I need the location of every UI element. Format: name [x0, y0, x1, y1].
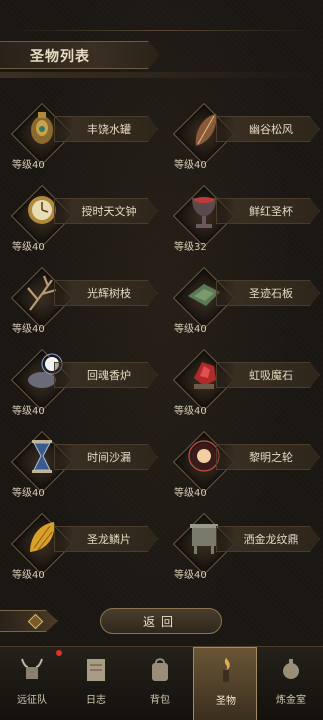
nav-item-backpack[interactable]: 背包 — [128, 647, 192, 720]
relic-item[interactable]: 授时天文钟 等级40 — [8, 184, 158, 264]
relic-item[interactable]: 幽谷松风 等级40 — [170, 102, 320, 182]
nav-label: 远征队 — [17, 695, 47, 706]
nav-item-journal[interactable]: 日志 — [64, 647, 128, 720]
relic-level: 等级40 — [12, 570, 45, 581]
nav-label: 圣物 — [216, 696, 236, 707]
relic-name: 授时天文钟 — [81, 205, 137, 218]
notification-dot — [56, 650, 62, 656]
horned-helmet-icon — [21, 658, 43, 679]
page-title: 圣物列表 — [30, 49, 90, 65]
alchemy-icon — [283, 659, 299, 679]
relic-item[interactable]: 圣迹石板 等级40 — [170, 266, 320, 346]
journal-icon — [87, 659, 105, 681]
relic-name: 虹吸魔石 — [249, 369, 293, 382]
nav-label: 炼金室 — [276, 695, 306, 706]
relic-item[interactable]: 回魂香炉 等级40 — [8, 348, 158, 428]
relic-name: 洒金龙纹鼎 — [243, 533, 299, 546]
relic-torch-icon — [223, 658, 230, 682]
relic-level: 等级40 — [174, 324, 207, 335]
relic-level: 等级40 — [174, 570, 207, 581]
relic-level: 等级32 — [174, 242, 207, 253]
relic-list-screen: 圣物列表 丰饶水罐 等级40 幽谷松风 等级40 授时天文钟 等级40 鲜红圣杯… — [0, 0, 323, 720]
relic-level: 等级40 — [174, 160, 207, 171]
relic-item[interactable]: 虹吸魔石 等级40 — [170, 348, 320, 428]
relic-name: 圣迹石板 — [249, 287, 293, 300]
relic-name: 回魂香炉 — [87, 369, 131, 382]
return-button[interactable]: 返回 — [100, 608, 222, 634]
relic-level: 等级40 — [174, 406, 207, 417]
nav-item-alchemy[interactable]: 炼金室 — [259, 647, 323, 720]
relic-name: 鲜红圣杯 — [249, 205, 293, 218]
relic-level: 等级40 — [12, 324, 45, 335]
diamond-gem-icon — [27, 613, 44, 630]
relic-level: 等级40 — [12, 160, 45, 171]
nav-item-relics[interactable]: 圣物 — [193, 647, 257, 720]
relic-name: 光辉树枝 — [87, 287, 131, 300]
nav-item-expedition[interactable]: 远征队 — [0, 647, 64, 720]
bottom-nav: 远征队 日志 背包 圣物 炼金室 — [0, 646, 323, 720]
relic-item[interactable]: 圣龙鳞片 等级40 — [8, 512, 158, 592]
relic-name: 丰饶水罐 — [87, 123, 131, 136]
backpack-icon — [152, 658, 168, 681]
relic-level: 等级40 — [12, 488, 45, 499]
relic-item[interactable]: 黎明之轮 等级40 — [170, 430, 320, 510]
relic-item[interactable]: 鲜红圣杯 等级32 — [170, 184, 320, 264]
relic-name: 圣龙鳞片 — [87, 533, 131, 546]
relic-level: 等级40 — [174, 488, 207, 499]
side-arrow-button[interactable] — [0, 610, 58, 632]
relic-name: 时间沙漏 — [87, 451, 131, 464]
relic-item[interactable]: 丰饶水罐 等级40 — [8, 102, 158, 182]
top-divider — [8, 30, 315, 31]
nav-label: 日志 — [86, 695, 106, 706]
relic-level: 等级40 — [12, 406, 45, 417]
relic-item[interactable]: 时间沙漏 等级40 — [8, 430, 158, 510]
relic-name: 黎明之轮 — [249, 451, 293, 464]
relic-level: 等级40 — [12, 242, 45, 253]
header-accent — [0, 72, 323, 78]
relic-name: 幽谷松风 — [249, 123, 293, 136]
relic-item[interactable]: 洒金龙纹鼎 等级40 — [170, 512, 320, 592]
nav-label: 背包 — [150, 695, 170, 706]
relic-item[interactable]: 光辉树枝 等级40 — [8, 266, 158, 346]
